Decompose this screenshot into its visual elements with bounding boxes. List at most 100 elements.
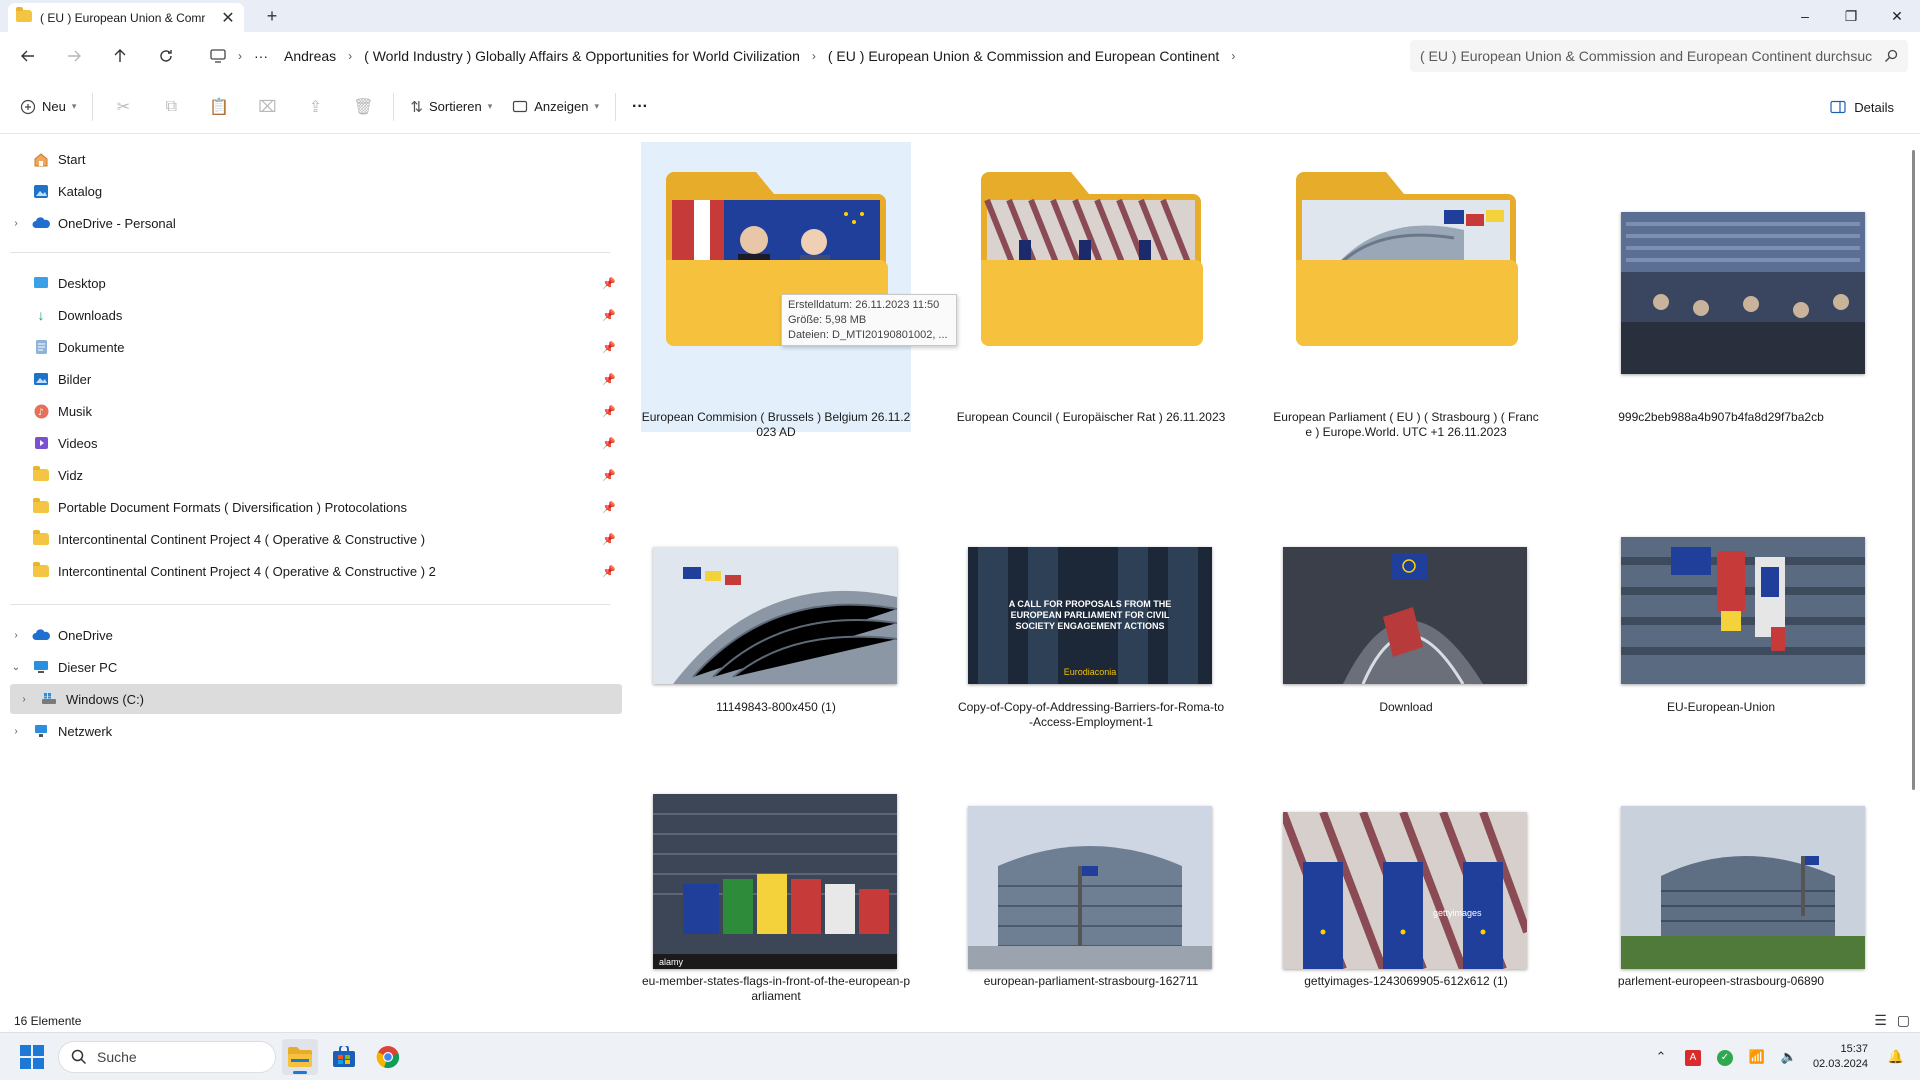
forward-button[interactable] xyxy=(56,38,92,74)
sidebar-item-project4[interactable]: Intercontinental Continent Project 4 ( O… xyxy=(10,524,622,554)
image-item[interactable]: A CALL FOR PROPOSALS FROM THE EUROPEAN P… xyxy=(956,534,1226,764)
store-taskbar-button[interactable] xyxy=(326,1039,362,1075)
notification-bell-icon[interactable]: 🔔 xyxy=(1880,1049,1912,1065)
details-button[interactable]: Details xyxy=(1830,89,1894,125)
image-item[interactable]: european-parliament-strasbourg-162711 xyxy=(956,794,1226,1010)
vertical-scrollbar[interactable] xyxy=(1912,150,1915,790)
folder-item[interactable]: European Commision ( Brussels ) Belgium … xyxy=(641,142,911,439)
folder-item[interactable]: European Parliament ( EU ) ( Strasbourg … xyxy=(1271,142,1541,439)
view-button[interactable]: Anzeigen ▾ xyxy=(502,89,609,125)
pin-icon[interactable]: 📌 xyxy=(602,501,616,514)
maximize-button[interactable]: ❐ xyxy=(1828,0,1874,32)
sidebar-item-vidz[interactable]: Vidz 📌 xyxy=(10,460,622,490)
sidebar-item-netzwerk[interactable]: › Netzwerk xyxy=(10,716,622,746)
wifi-icon[interactable]: 📶 xyxy=(1741,1049,1773,1065)
image-item[interactable]: Download xyxy=(1271,534,1541,764)
sidebar-item-videos[interactable]: Videos 📌 xyxy=(10,428,622,458)
chevron-right-icon[interactable]: › xyxy=(10,630,22,641)
pin-icon[interactable]: 📌 xyxy=(602,373,616,386)
sidebar-item-project4-2[interactable]: Intercontinental Continent Project 4 ( O… xyxy=(10,556,622,586)
up-button[interactable] xyxy=(102,38,138,74)
windows-start-icon[interactable] xyxy=(20,1045,44,1069)
pin-icon[interactable]: 📌 xyxy=(602,565,616,578)
minimize-button[interactable]: – xyxy=(1782,0,1828,32)
chevron-up-icon[interactable]: ⌃ xyxy=(1645,1049,1677,1065)
pin-icon[interactable]: 📌 xyxy=(602,437,616,450)
tile-view-icon[interactable]: ▢ xyxy=(1897,1012,1910,1029)
sidebar-item-downloads[interactable]: ↓ Downloads 📌 xyxy=(10,300,622,330)
clock[interactable]: 15:37 02.03.2024 xyxy=(1813,1042,1868,1072)
volume-icon[interactable]: 🔈 xyxy=(1773,1049,1805,1065)
sidebar-item-katalog[interactable]: Katalog xyxy=(10,176,622,206)
image-thumbnail: A CALL FOR PROPOSALS FROM THE EUROPEAN P… xyxy=(968,547,1212,684)
image-item[interactable]: 11149843-800x450 (1) xyxy=(641,534,911,764)
image-item[interactable]: parlement-europeen-strasbourg-06890 xyxy=(1586,794,1865,1010)
item-count: 16 Elemente xyxy=(14,1014,82,1028)
new-tab-button[interactable]: + xyxy=(260,5,284,27)
copy-button[interactable]: ⧉ xyxy=(147,89,195,125)
back-button[interactable] xyxy=(10,38,46,74)
breadcrumb-andreas[interactable]: Andreas xyxy=(276,48,344,64)
delete-button[interactable]: 🗑 xyxy=(339,89,387,125)
breadcrumb-overflow[interactable]: ··· xyxy=(246,48,276,64)
file-explorer-taskbar-button[interactable] xyxy=(282,1039,318,1075)
chrome-taskbar-button[interactable] xyxy=(370,1039,406,1075)
image-item[interactable]: alamy eu-member-states-flags-in-front-of… xyxy=(641,794,911,1010)
breadcrumb-eu[interactable]: ( EU ) European Union & Commission and E… xyxy=(820,48,1227,64)
tab-close-button[interactable]: ✕ xyxy=(220,8,236,28)
close-window-button[interactable]: ✕ xyxy=(1874,0,1920,32)
sidebar-item-windows-c[interactable]: › Windows (C:) xyxy=(10,684,622,714)
sidebar-item-desktop[interactable]: Desktop 📌 xyxy=(10,268,622,298)
chevron-down-icon[interactable]: ⌄ xyxy=(10,662,22,673)
tab-active[interactable]: ( EU ) European Union & Comr ✕ xyxy=(8,3,244,32)
search-icon xyxy=(1885,49,1898,62)
sidebar-item-onedrive-personal[interactable]: › OneDrive - Personal xyxy=(10,208,622,238)
chevron-right-icon[interactable]: › xyxy=(1227,49,1239,63)
refresh-button[interactable] xyxy=(148,38,184,74)
rename-button[interactable]: ⌧ xyxy=(243,89,291,125)
file-name: gettyimages-1243069905-612x612 (1) xyxy=(1304,974,1508,988)
pin-icon[interactable]: 📌 xyxy=(602,405,616,418)
chevron-right-icon[interactable]: › xyxy=(10,726,22,737)
pin-icon[interactable]: 📌 xyxy=(602,469,616,482)
chevron-right-icon[interactable]: › xyxy=(18,694,30,705)
chevron-right-icon[interactable]: › xyxy=(808,49,820,63)
sidebar-item-pdf-folder[interactable]: Portable Document Formats ( Diversificat… xyxy=(10,492,622,522)
sidebar-item-bilder[interactable]: Bilder 📌 xyxy=(10,364,622,394)
breadcrumb-world-industry[interactable]: ( World Industry ) Globally Affairs & Op… xyxy=(356,48,808,64)
sidebar-item-dieser-pc[interactable]: ⌄ Dieser PC xyxy=(10,652,622,682)
paste-button[interactable]: 📋 xyxy=(195,89,243,125)
sidebar-item-dokumente[interactable]: Dokumente 📌 xyxy=(10,332,622,362)
monitor-icon[interactable] xyxy=(202,49,234,63)
pin-icon[interactable]: 📌 xyxy=(602,341,616,354)
folder-item[interactable]: European Council ( Europäischer Rat ) 26… xyxy=(956,142,1226,432)
taskbar-search[interactable]: Suche xyxy=(58,1041,276,1073)
chevron-right-icon[interactable]: › xyxy=(234,49,246,63)
acrobat-tray-icon[interactable]: A xyxy=(1677,1048,1709,1066)
folder-icon xyxy=(32,530,50,547)
pin-icon[interactable]: 📌 xyxy=(602,533,616,546)
new-button[interactable]: Neu ▾ xyxy=(10,89,86,125)
share-button[interactable]: ⇪ xyxy=(291,89,339,125)
folder-icon xyxy=(32,466,50,483)
sort-button[interactable]: ⇅ Sortieren ▾ xyxy=(400,89,502,125)
image-item[interactable]: 999c2beb988a4b907b4fa8d29f7ba2cb xyxy=(1586,142,1865,432)
chevron-right-icon[interactable]: › xyxy=(10,218,22,229)
refresh-icon xyxy=(160,50,172,62)
sidebar-item-musik[interactable]: ♪ Musik 📌 xyxy=(10,396,622,426)
more-button[interactable]: ··· xyxy=(622,89,658,125)
list-view-icon[interactable]: ☰ xyxy=(1874,1012,1887,1029)
folder-icon xyxy=(32,498,50,515)
sidebar-item-onedrive[interactable]: › OneDrive xyxy=(10,620,622,650)
pin-icon[interactable]: 📌 xyxy=(602,277,616,290)
chevron-right-icon[interactable]: › xyxy=(344,49,356,63)
image-item[interactable]: gettyimages gettyimages-1243069905-612x6… xyxy=(1271,794,1541,1010)
system-tray: ⌃ A ✓ 📶 🔈 15:37 02.03.2024 🔔 xyxy=(1645,1033,1920,1080)
image-item[interactable]: EU-European-Union xyxy=(1586,534,1865,764)
breadcrumb[interactable]: › ··· Andreas › ( World Industry ) Globa… xyxy=(202,40,1400,72)
cut-button[interactable]: ✂ xyxy=(99,89,147,125)
sidebar-item-start[interactable]: Start xyxy=(10,144,622,174)
security-tray-icon[interactable]: ✓ xyxy=(1709,1048,1741,1066)
pin-icon[interactable]: 📌 xyxy=(602,309,616,322)
search-input[interactable]: ( EU ) European Union & Commission and E… xyxy=(1410,40,1908,72)
